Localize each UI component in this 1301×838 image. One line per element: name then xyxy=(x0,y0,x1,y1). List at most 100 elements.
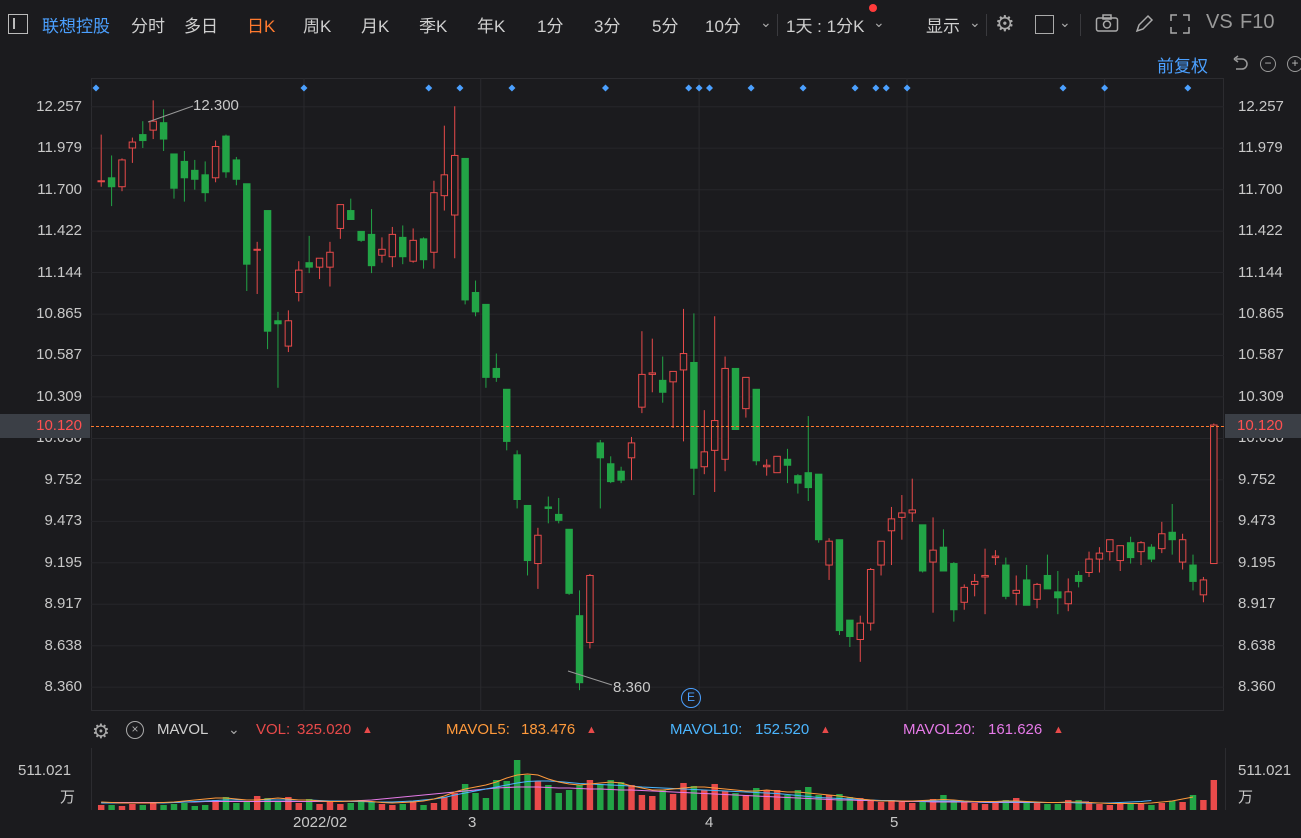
event-diamond-icon[interactable] xyxy=(456,84,464,92)
event-diamond-icon[interactable] xyxy=(1184,84,1192,92)
adjust-mode-button[interactable]: 前复权 xyxy=(1157,52,1208,77)
event-diamond-icon[interactable] xyxy=(508,84,516,92)
candle[interactable] xyxy=(1022,565,1031,606)
candle[interactable] xyxy=(1168,503,1176,555)
event-diamond-icon[interactable] xyxy=(903,84,911,92)
candle[interactable] xyxy=(835,539,844,636)
candle[interactable] xyxy=(648,338,657,393)
candle[interactable] xyxy=(825,538,833,580)
candle[interactable] xyxy=(1126,536,1135,564)
candle[interactable] xyxy=(762,459,771,476)
period-tab[interactable]: 1分 xyxy=(537,12,563,37)
candle[interactable] xyxy=(679,308,688,442)
candle[interactable] xyxy=(315,257,324,280)
candle[interactable] xyxy=(1210,423,1218,565)
candle[interactable] xyxy=(773,455,781,474)
candle[interactable] xyxy=(534,527,542,589)
candle[interactable] xyxy=(856,615,864,662)
chevron-down-icon[interactable]: ⌄ xyxy=(228,721,240,738)
candle[interactable] xyxy=(357,230,365,242)
candle[interactable] xyxy=(606,456,615,484)
candle[interactable] xyxy=(305,235,313,274)
event-marker-icon[interactable]: E xyxy=(681,688,701,708)
candle[interactable] xyxy=(243,183,251,291)
camera-icon[interactable] xyxy=(1095,13,1119,38)
candle[interactable] xyxy=(1064,578,1072,612)
candle[interactable] xyxy=(877,540,885,576)
candle[interactable] xyxy=(336,204,345,239)
candle[interactable] xyxy=(1147,544,1156,563)
candle[interactable] xyxy=(1189,554,1197,591)
period-tab[interactable]: 年K xyxy=(477,12,505,37)
chevron-down-icon[interactable]: ⌄ xyxy=(1059,14,1071,31)
close-icon[interactable]: × xyxy=(126,721,144,739)
candle[interactable] xyxy=(1095,547,1104,573)
candle[interactable] xyxy=(419,237,428,269)
candle[interactable] xyxy=(950,562,958,622)
candle[interactable] xyxy=(721,356,729,472)
candle[interactable] xyxy=(918,524,927,573)
undo-icon[interactable] xyxy=(1231,55,1249,78)
candle[interactable] xyxy=(222,134,230,178)
candle[interactable] xyxy=(866,568,875,631)
candle[interactable] xyxy=(263,210,272,350)
candle[interactable] xyxy=(118,158,126,192)
candle[interactable] xyxy=(471,280,480,317)
sidebar-toggle-icon[interactable] xyxy=(8,14,28,34)
candle[interactable] xyxy=(492,353,501,382)
candle[interactable] xyxy=(544,496,553,524)
candle[interactable] xyxy=(804,416,812,501)
candle[interactable] xyxy=(658,356,667,403)
candle[interactable] xyxy=(284,310,293,353)
period-tab[interactable]: 多日 xyxy=(184,12,218,37)
candle[interactable] xyxy=(690,313,698,496)
event-diamond-icon[interactable] xyxy=(300,84,308,92)
candle[interactable] xyxy=(783,448,792,484)
event-diamond-icon[interactable] xyxy=(425,84,433,92)
candle[interactable] xyxy=(191,159,199,190)
candle[interactable] xyxy=(1178,533,1187,570)
candle[interactable] xyxy=(274,311,282,388)
candle[interactable] xyxy=(908,478,916,522)
candle[interactable] xyxy=(1199,576,1208,603)
candle[interactable] xyxy=(1116,545,1124,571)
display-menu[interactable]: 显示 xyxy=(926,12,960,37)
candle[interactable] xyxy=(1085,551,1093,577)
candle[interactable] xyxy=(367,209,376,274)
color-square-icon[interactable] xyxy=(1035,15,1054,34)
event-diamond-icon[interactable] xyxy=(872,84,880,92)
candle[interactable] xyxy=(232,156,241,186)
candle[interactable] xyxy=(1043,554,1052,590)
candle[interactable] xyxy=(295,261,303,302)
candle[interactable] xyxy=(211,140,220,183)
candle[interactable] xyxy=(669,370,677,429)
candle[interactable] xyxy=(461,157,469,305)
candle[interactable] xyxy=(482,303,490,388)
candle[interactable] xyxy=(378,237,386,263)
candle[interactable] xyxy=(846,619,854,647)
candle[interactable] xyxy=(347,198,355,220)
candle[interactable] xyxy=(1106,539,1114,561)
event-diamond-icon[interactable] xyxy=(705,84,713,92)
zoom-in-icon[interactable]: + xyxy=(1287,56,1301,72)
candlestick-chart[interactable] xyxy=(91,78,1224,711)
candle[interactable] xyxy=(1002,557,1010,600)
candle[interactable] xyxy=(617,466,625,484)
candle[interactable] xyxy=(170,153,178,199)
period-tab[interactable]: 周K xyxy=(303,12,331,37)
candle[interactable] xyxy=(970,573,979,597)
candle[interactable] xyxy=(440,125,449,211)
volume-chart[interactable] xyxy=(91,760,1224,810)
interval-select[interactable]: 1天 : 1分K xyxy=(786,12,864,37)
candle[interactable] xyxy=(700,410,709,475)
candle[interactable] xyxy=(1074,570,1083,588)
candle[interactable] xyxy=(814,473,823,543)
candle[interactable] xyxy=(1137,541,1145,566)
candle[interactable] xyxy=(139,121,147,149)
candle[interactable] xyxy=(1012,575,1020,606)
candle[interactable] xyxy=(430,180,438,269)
event-diamond-icon[interactable] xyxy=(882,84,890,92)
gear-icon[interactable]: ⚙ xyxy=(995,11,1015,37)
period-tab[interactable]: 分时 xyxy=(131,12,165,37)
candle[interactable] xyxy=(898,495,906,540)
